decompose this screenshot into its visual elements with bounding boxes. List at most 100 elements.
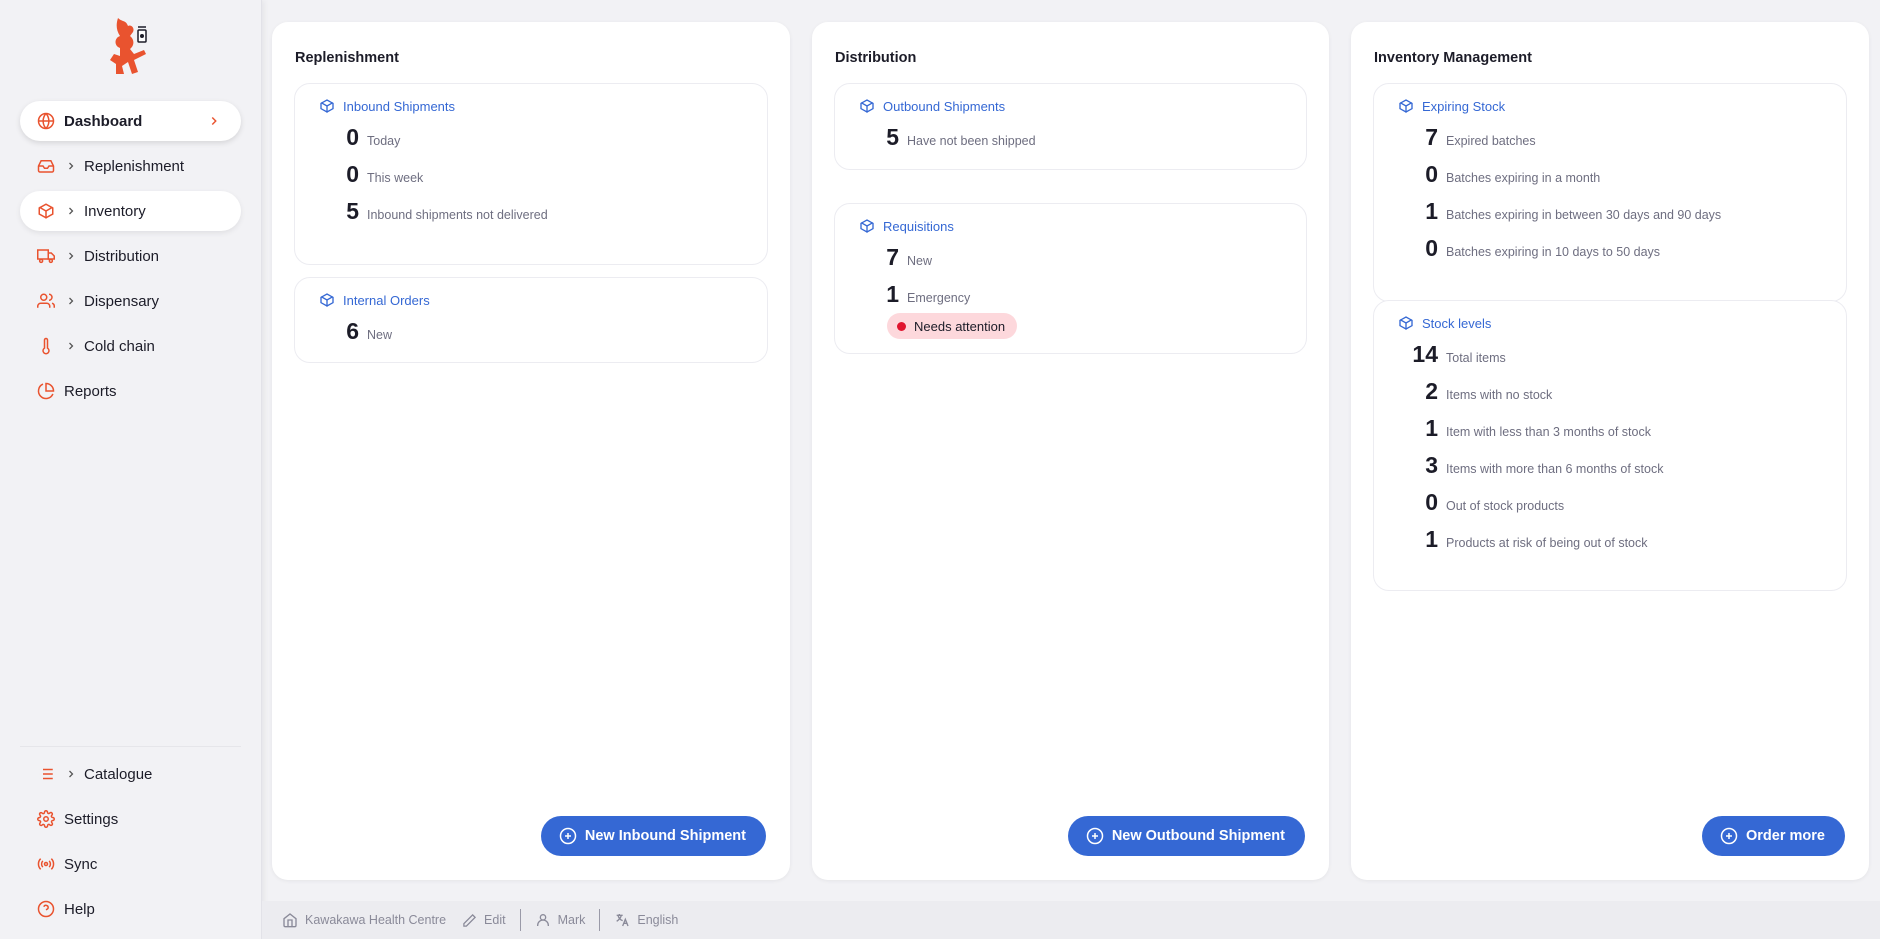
stat-value: 7 (1425, 124, 1438, 150)
stat-label: Inbound shipments not delivered (367, 208, 548, 222)
card-title: Distribution (835, 50, 917, 66)
widget-heading[interactable]: Stock levels (1398, 315, 1491, 331)
nav-item-replenishment[interactable]: Replenishment (20, 146, 241, 186)
inventory-management-card: Inventory Management Expiring Stock 7 Ex… (1351, 22, 1869, 880)
footer-divider (519, 909, 521, 931)
inbox-icon (36, 156, 56, 176)
nav-item-dashboard[interactable]: Dashboard (20, 101, 241, 141)
sidebar-divider (20, 746, 241, 747)
badge-label: Needs attention (914, 318, 1006, 334)
store-selector[interactable]: Kawakawa Health Centre (282, 912, 446, 928)
footer-divider (599, 909, 601, 931)
app-logo[interactable] (104, 16, 160, 78)
box-icon (320, 293, 334, 307)
stat-value: 2 (1425, 378, 1438, 404)
stat-row: 1 Emergency (875, 281, 970, 308)
stat-row: 5 Inbound shipments not delivered (335, 198, 548, 225)
nav-item-inventory[interactable]: Inventory (20, 191, 241, 231)
main-nav: Dashboard Replenishment Inventory Distri… (20, 101, 241, 416)
expiring-stock-widget: Expiring Stock 7 Expired batches 0 Batch… (1373, 83, 1847, 302)
language-label: English (637, 913, 679, 927)
stat-value: 3 (1425, 452, 1438, 478)
card-title: Inventory Management (1374, 50, 1532, 66)
new-inbound-shipment-button[interactable]: New Inbound Shipment (540, 816, 766, 856)
stat-row: 0 Batches expiring in a month (1404, 161, 1600, 188)
plus-circle-icon (559, 827, 577, 845)
gear-icon (36, 809, 56, 829)
stat-label: Emergency (907, 291, 971, 305)
chevron-right-icon (64, 159, 78, 173)
user-icon (536, 914, 549, 926)
widget-heading-label: Inbound Shipments (343, 98, 456, 114)
stat-label: Items with no stock (1446, 388, 1553, 402)
translate-icon (616, 914, 629, 927)
order-more-button[interactable]: Order more (1702, 816, 1845, 856)
sidebar: Dashboard Replenishment Inventory Distri… (0, 0, 262, 939)
stat-label: Batches expiring in between 30 days and … (1446, 208, 1722, 222)
box-icon (1399, 99, 1413, 113)
stat-label: Item with less than 3 months of stock (1446, 425, 1651, 439)
box-icon (860, 219, 874, 233)
stat-label: New (367, 328, 393, 342)
widget-heading[interactable]: Outbound Shipments (859, 98, 1005, 114)
requisitions-widget: Requisitions 7 New 1 Emergency Needs att… (834, 203, 1307, 354)
user-menu[interactable]: Mark (535, 912, 585, 928)
card-title: Replenishment (295, 50, 399, 66)
stat-row: 7 Expired batches (1404, 124, 1536, 151)
widget-heading[interactable]: Expiring Stock (1398, 98, 1505, 114)
plus-circle-icon (1720, 827, 1738, 845)
stat-label: Today (367, 134, 401, 148)
users-icon (36, 291, 56, 311)
replenishment-card: Replenishment Inbound Shipments 0 Today … (272, 22, 790, 880)
language-selector[interactable]: English (614, 912, 678, 928)
outbound-shipments-widget: Outbound Shipments 5 Have not been shipp… (834, 83, 1307, 170)
stat-value: 5 (886, 124, 899, 150)
widget-heading[interactable]: Internal Orders (319, 292, 430, 308)
edit-label: Edit (484, 913, 506, 927)
chevron-right-icon (64, 767, 78, 781)
stat-value: 14 (1412, 341, 1438, 367)
stat-label: This week (367, 171, 424, 185)
nav-item-catalogue[interactable]: Catalogue (20, 754, 241, 794)
globe-icon (36, 111, 56, 131)
new-outbound-shipment-button[interactable]: New Outbound Shipment (1067, 816, 1305, 856)
widget-heading-label: Internal Orders (343, 292, 430, 308)
home-icon (283, 913, 297, 928)
internal-orders-widget: Internal Orders 6 New (294, 277, 768, 363)
nav-item-help[interactable]: Help (20, 889, 241, 929)
button-label: New Outbound Shipment (1111, 828, 1285, 844)
nav-item-dispensary[interactable]: Dispensary (20, 281, 241, 321)
stat-value: 0 (1425, 235, 1438, 261)
nav-item-distribution[interactable]: Distribution (20, 236, 241, 276)
nav-item-reports[interactable]: Reports (20, 371, 241, 411)
nav-label-catalogue: Catalogue (84, 765, 153, 783)
list-icon (36, 764, 56, 784)
chevron-right-icon (64, 249, 78, 263)
nav-item-cold-chain[interactable]: Cold chain (20, 326, 241, 366)
box-icon (1399, 316, 1413, 330)
stat-value: 0 (1425, 161, 1438, 187)
nav-item-sync[interactable]: Sync (20, 844, 241, 884)
button-label: Order more (1746, 828, 1825, 844)
widget-heading-label: Stock levels (1422, 315, 1492, 331)
nav-label-settings: Settings (64, 810, 119, 828)
stat-row: 14 Total items (1404, 341, 1505, 368)
stat-label: Expired batches (1446, 134, 1536, 148)
widget-heading[interactable]: Requisitions (859, 218, 954, 234)
radio-icon (36, 854, 56, 874)
pie-chart-icon (36, 381, 56, 401)
stat-label: Have not been shipped (907, 134, 1036, 148)
nav-label-sync: Sync (64, 855, 98, 873)
nav-item-settings[interactable]: Settings (20, 799, 241, 839)
pencil-icon (463, 913, 477, 927)
distribution-card: Distribution Outbound Shipments 5 Have n… (812, 22, 1329, 880)
edit-store-link[interactable]: Edit (462, 913, 506, 928)
box-icon (860, 99, 874, 113)
stat-value: 1 (1425, 415, 1438, 441)
widget-heading[interactable]: Inbound Shipments (319, 98, 455, 114)
stat-row: 1 Products at risk of being out of stock (1404, 526, 1647, 553)
nav-label-cold-chain: Cold chain (84, 337, 155, 355)
stat-label: Batches expiring in 10 days to 50 days (1446, 245, 1661, 259)
stat-value: 1 (1425, 526, 1438, 552)
stat-row: 0 Today (335, 124, 400, 151)
